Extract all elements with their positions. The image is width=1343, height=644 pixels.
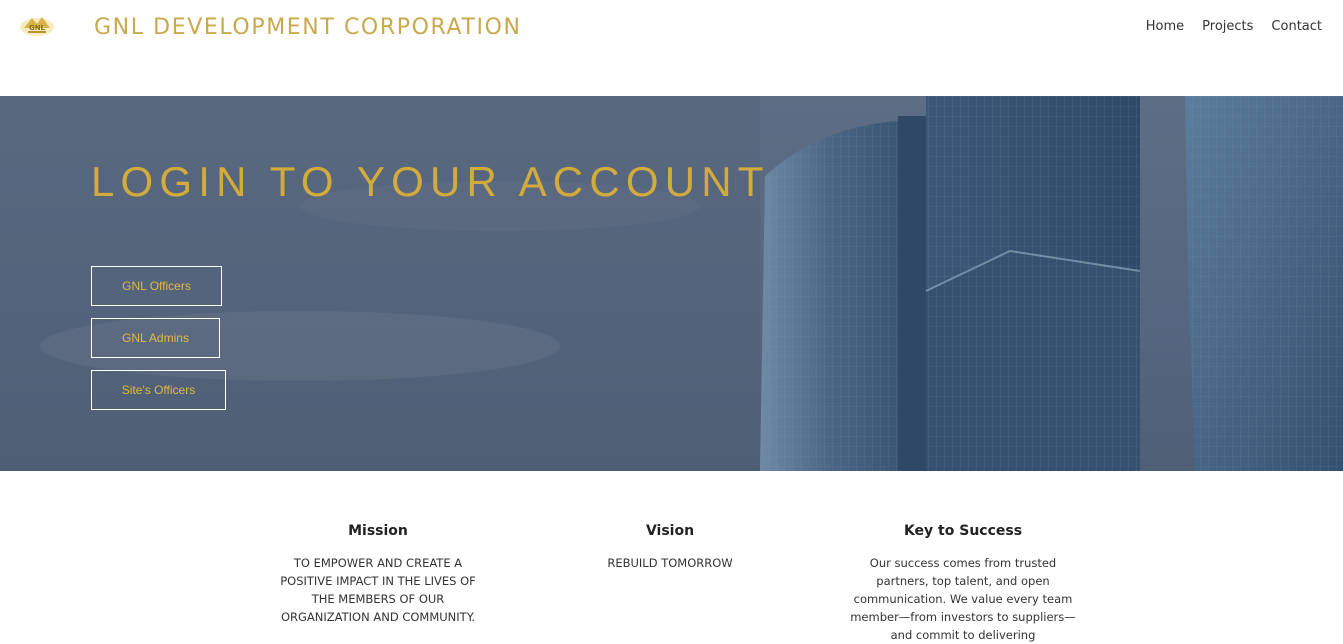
svg-text:GNL: GNL <box>29 24 46 32</box>
key-to-success-text: Our success comes from trusted partners,… <box>850 556 1076 642</box>
site-header: GNL GNL DEVELOPMENT CORPORATION Home Pro… <box>0 0 1343 96</box>
nav-home-link[interactable]: Home <box>1146 19 1184 34</box>
hero-banner: LOGIN TO YOUR ACCOUNT GNL Officers GNL A… <box>0 96 1343 471</box>
mission-column: Mission TO EMPOWER AND CREATE A POSITIVE… <box>268 523 488 626</box>
gnl-officers-button[interactable]: GNL Officers <box>91 266 222 306</box>
info-section: Mission TO EMPOWER AND CREATE A POSITIVE… <box>0 471 1343 642</box>
vision-heading: Vision <box>645 523 695 539</box>
nav-projects-link[interactable]: Projects <box>1202 19 1253 34</box>
gnl-logo-icon[interactable]: GNL <box>18 12 56 38</box>
mission-text: TO EMPOWER AND CREATE A POSITIVE IMPACT … <box>280 556 476 624</box>
key-to-success-column: Key to Success Our success comes from tr… <box>848 523 1078 644</box>
brand-name: GNL DEVELOPMENT CORPORATION <box>94 15 522 40</box>
top-nav: Home Projects Contact <box>1146 19 1322 34</box>
vision-text: REBUILD TOMORROW <box>607 556 733 570</box>
gnl-admins-button[interactable]: GNL Admins <box>91 318 220 358</box>
nav-contact-link[interactable]: Contact <box>1271 19 1322 34</box>
vision-column: Vision REBUILD TOMORROW <box>590 523 750 572</box>
mission-heading: Mission <box>348 523 408 539</box>
login-heading: LOGIN TO YOUR ACCOUNT <box>91 158 770 205</box>
site-officers-button[interactable]: Site's Officers <box>91 370 226 410</box>
key-to-success-heading: Key to Success <box>903 523 1023 539</box>
